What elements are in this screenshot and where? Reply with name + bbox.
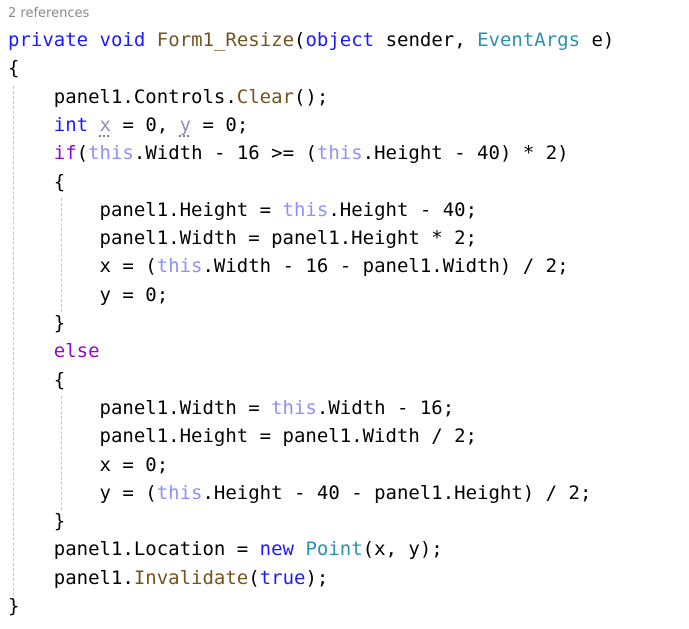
code-token: int [53, 113, 89, 136]
code-token: panel1.Location = [8, 538, 260, 561]
code-line[interactable]: y = (this.Height - 40 - panel1.Height) /… [8, 479, 592, 507]
code-line[interactable]: panel1.Height = panel1.Width / 2; [8, 422, 478, 450]
code-token: panel1.Height = panel1.Width / 2; [8, 425, 478, 448]
code-token: Point [305, 538, 363, 561]
code-token: { [8, 368, 66, 391]
code-line[interactable]: int x = 0, y = 0; [8, 111, 249, 139]
code-line[interactable]: } [8, 309, 65, 337]
code-line[interactable]: { [8, 366, 65, 394]
code-line[interactable]: if(this.Width - 16 >= (this.Height - 40)… [8, 139, 569, 167]
code-token: sender, [374, 29, 478, 51]
code-token: x = 0; [8, 453, 169, 476]
code-line[interactable]: } [8, 507, 65, 535]
code-line[interactable]: { [8, 54, 19, 82]
codelens-references[interactable]: 2 references [8, 5, 89, 23]
code-line[interactable]: panel1.Controls.Clear(); [8, 83, 329, 111]
code-editor[interactable]: 2 references private void Form1_Resize(o… [0, 0, 689, 629]
code-token: e) [580, 29, 615, 51]
code-line[interactable]: panel1.Width = this.Width - 16; [8, 394, 455, 422]
code-token: .Height - 40) * 2) [362, 142, 569, 165]
code-token: Form1_Resize [156, 29, 295, 51]
code-token: .Height - 40 - panel1.Height) / 2; [202, 481, 592, 504]
code-line[interactable]: } [8, 592, 19, 620]
code-token: object [305, 29, 375, 51]
code-token: y = 0; [8, 283, 169, 306]
code-token: this [156, 481, 203, 504]
code-token: this [282, 198, 329, 221]
code-token: panel1.Controls. [8, 85, 237, 108]
code-line[interactable]: panel1.Location = new Point(x, y); [8, 535, 443, 563]
code-token: (x, y); [362, 538, 443, 561]
code-line[interactable]: panel1.Height = this.Height - 40; [8, 196, 478, 224]
code-token: Clear [236, 85, 294, 108]
code-token: ( [294, 29, 306, 51]
code-token: y = ( [8, 481, 157, 504]
code-token: this [271, 396, 317, 419]
code-token: panel1. [8, 566, 134, 589]
code-token: panel1.Width = panel1.Height * 2; [8, 227, 478, 250]
code-token: .Height - 40; [328, 198, 478, 221]
code-token: panel1.Width = [8, 396, 272, 419]
code-line[interactable]: private void Form1_Resize(object sender,… [8, 26, 614, 54]
code-token: else [53, 340, 100, 363]
code-token: if [53, 142, 77, 165]
code-token: = 0, [111, 113, 180, 136]
code-line[interactable]: x = 0; [8, 451, 169, 479]
code-token: private [8, 29, 89, 51]
code-token: .Width - 16 >= ( [133, 142, 317, 165]
code-token: this [156, 255, 203, 278]
code-token: y [179, 113, 192, 136]
code-token: Invalidate [133, 566, 249, 589]
code-token: EventArgs [477, 29, 581, 51]
code-token: .Width - 16 - panel1.Width) / 2; [202, 255, 569, 278]
code-line[interactable]: else [8, 337, 100, 365]
code-token: void [99, 29, 146, 51]
code-token: new [259, 538, 294, 561]
code-token: x [99, 113, 111, 136]
code-token: panel1.Height = [8, 198, 283, 221]
code-line[interactable]: panel1.Width = panel1.Height * 2; [8, 224, 478, 252]
code-token: this [88, 142, 134, 165]
code-token: ); [305, 566, 329, 589]
code-token: } [8, 510, 66, 533]
code-line[interactable]: { [8, 168, 65, 196]
code-token: = 0; [191, 113, 249, 136]
code-token: (); [293, 85, 329, 108]
code-token: } [8, 595, 20, 617]
code-line[interactable]: x = (this.Width - 16 - panel1.Width) / 2… [8, 252, 569, 280]
code-token: x = ( [8, 255, 157, 278]
code-line[interactable]: panel1.Invalidate(true); [8, 564, 329, 592]
code-token: { [8, 170, 66, 193]
code-line[interactable]: y = 0; [8, 281, 169, 309]
code-token: .Width - 16; [316, 396, 455, 419]
code-token: } [8, 312, 66, 334]
code-token: ( [248, 566, 260, 589]
code-token: { [8, 57, 20, 80]
code-token: this [316, 142, 363, 165]
code-token: true [259, 566, 306, 589]
code-token: ( [76, 142, 89, 165]
